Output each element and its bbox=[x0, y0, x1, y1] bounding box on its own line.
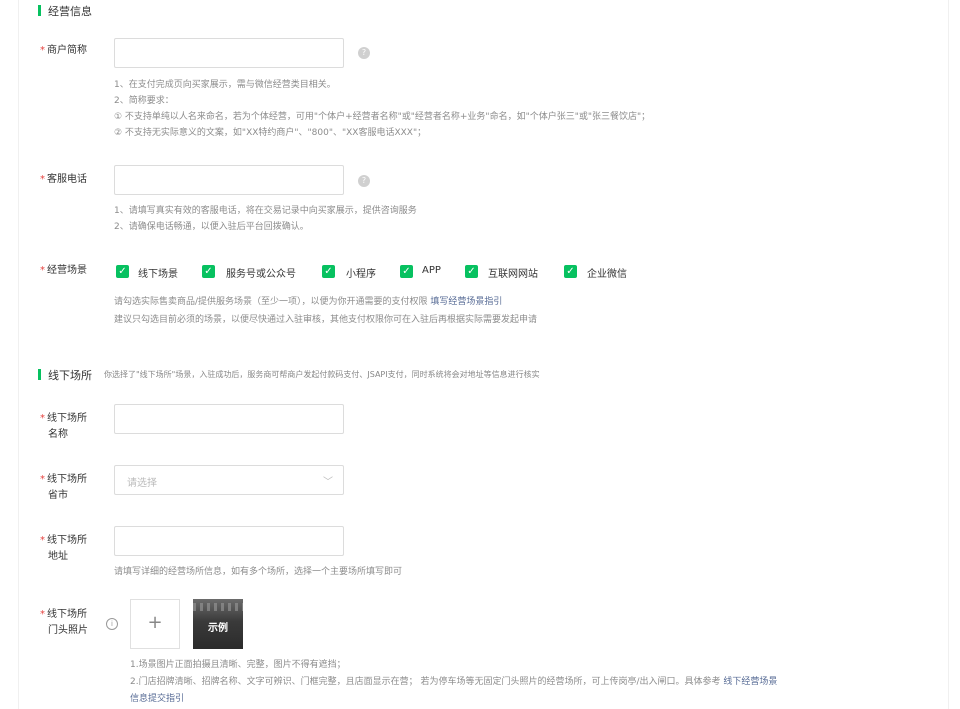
required-mark: * bbox=[40, 265, 45, 276]
label-text: 商户简称 bbox=[47, 45, 87, 56]
offline-address-input[interactable] bbox=[114, 526, 344, 556]
business-scenes-hint: 请勾选实际售卖商品/提供服务场景（至少一项），以便为你开通需要的支付权限 填写经… bbox=[114, 294, 502, 310]
offline-address-hint: 请填写详细的经营场所信息，如有多个场所，选择一个主要场所填写即可 bbox=[114, 567, 403, 577]
checkbox-label: 小程序 bbox=[346, 269, 376, 280]
merchant-short-name-hints: 1、在支付完成页向买家展示，需与微信经营类目相关。 2、简称要求： ① 不支持单… bbox=[114, 77, 650, 141]
offline-guide-link[interactable]: 线下经营场景 bbox=[723, 677, 777, 687]
offline-guide-link[interactable]: 信息提交指引 bbox=[130, 694, 184, 704]
section-accent-bar bbox=[38, 369, 41, 380]
checkbox-mini-program[interactable]: ✓ bbox=[322, 265, 335, 278]
required-mark: * bbox=[40, 174, 45, 185]
service-phone-input[interactable] bbox=[114, 165, 344, 195]
section-title-business-info: 经营信息 bbox=[48, 5, 92, 18]
label-text: 省市 bbox=[48, 490, 68, 501]
hint-line: 1.场景图片正面拍摄且清晰、完整，图片不得有遮挡； bbox=[130, 660, 346, 670]
select-placeholder: 请选择 bbox=[127, 478, 157, 489]
hint-line: 1、在支付完成页向买家展示，需与微信经营类目相关。 bbox=[114, 80, 336, 90]
label-text: 线下场所 bbox=[47, 413, 87, 424]
section-title-offline: 线下场所 bbox=[48, 369, 92, 382]
section-note-offline: 你选择了"线下场所"场景，入驻成功后，服务商可帮商户发起付款码支付、JSAPI支… bbox=[104, 370, 540, 379]
chevron-down-icon: ﹀ bbox=[323, 477, 333, 488]
merchant-short-name-input[interactable] bbox=[114, 38, 344, 68]
business-scenes-label: * 经营场景 bbox=[40, 263, 87, 279]
upload-photo-button[interactable]: + bbox=[130, 599, 180, 649]
label-text: 线下场所 bbox=[47, 474, 87, 485]
checkbox-label: 互联网网站 bbox=[488, 269, 538, 280]
checkbox-label: APP bbox=[422, 265, 441, 276]
hint-text: 请勾选实际售卖商品/提供服务场景（至少一项），以便为你开通需要的支付权限 bbox=[114, 297, 428, 307]
checkbox-website[interactable]: ✓ bbox=[465, 265, 478, 278]
required-mark: * bbox=[40, 413, 45, 424]
offline-photo-hint-2: 2.门店招牌清晰、招牌名称、文字可辨识、门框完整，且店面显示在营； 若为停车场等… bbox=[130, 674, 777, 690]
offline-city-label: * 线下场所 省市 bbox=[40, 472, 87, 504]
service-phone-hints: 1、请填写真实有效的客服电话，将在交易记录中向买家展示，提供咨询服务 2、请确保… bbox=[114, 203, 417, 235]
label-text: 客服电话 bbox=[47, 174, 87, 185]
offline-photo-hint-3: 信息提交指引 bbox=[130, 691, 184, 707]
offline-photo-label: * 线下场所 门头照片 bbox=[40, 607, 88, 639]
required-mark: * bbox=[40, 609, 45, 620]
offline-name-input[interactable] bbox=[114, 404, 344, 434]
hint-line: ② 不支持无实际意义的文案，如"XX特约商户"、"800"、"XX客服电话XXX… bbox=[114, 128, 427, 138]
example-label: 示例 bbox=[208, 623, 228, 634]
checkbox-official-account[interactable]: ✓ bbox=[202, 265, 215, 278]
merchant-short-name-label: * 商户简称 bbox=[40, 43, 87, 59]
section-accent-bar bbox=[38, 5, 41, 16]
info-icon[interactable]: i bbox=[106, 618, 118, 630]
hint-line: 建议只勾选目前必须的场景，以便尽快通过入驻审核，其他支付权限你可在入驻后再根据实… bbox=[114, 315, 538, 325]
example-storefront-image[interactable]: 示例 bbox=[193, 599, 243, 649]
checkbox-label: 企业微信 bbox=[587, 269, 627, 280]
checkbox-offline-scene[interactable]: ✓ bbox=[116, 265, 129, 278]
label-text: 经营场景 bbox=[47, 265, 87, 276]
checkbox-label: 线下场景 bbox=[138, 269, 178, 280]
required-mark: * bbox=[40, 474, 45, 485]
hint-text: 2.门店招牌清晰、招牌名称、文字可辨识、门框完整，且店面显示在营； 若为停车场等… bbox=[130, 677, 721, 687]
label-text: 名称 bbox=[48, 429, 68, 440]
label-text: 线下场所 bbox=[47, 535, 87, 546]
checkbox-app[interactable]: ✓ bbox=[400, 265, 413, 278]
checkbox-wecom[interactable]: ✓ bbox=[564, 265, 577, 278]
offline-city-select[interactable]: 请选择 ﹀ bbox=[114, 465, 344, 495]
example-image-decoration bbox=[193, 603, 243, 611]
offline-address-label: * 线下场所 地址 bbox=[40, 533, 87, 565]
label-text: 门头照片 bbox=[48, 625, 88, 636]
label-text: 线下场所 bbox=[47, 609, 87, 620]
required-mark: * bbox=[40, 535, 45, 546]
help-icon[interactable]: ? bbox=[358, 175, 370, 187]
checkbox-label: 服务号或公众号 bbox=[226, 269, 296, 280]
service-phone-label: * 客服电话 bbox=[40, 172, 87, 188]
help-icon[interactable]: ? bbox=[358, 47, 370, 59]
hint-line: 1、请填写真实有效的客服电话，将在交易记录中向买家展示，提供咨询服务 bbox=[114, 206, 417, 216]
hint-line: ① 不支持单纯以人名来命名，若为个体经营，可用"个体户+经营者名称"或"经营者名… bbox=[114, 112, 651, 122]
offline-name-label: * 线下场所 名称 bbox=[40, 411, 87, 443]
hint-line: 2、简称要求： bbox=[114, 96, 174, 106]
required-mark: * bbox=[40, 45, 45, 56]
label-text: 地址 bbox=[48, 551, 68, 562]
hint-line: 2、请确保电话畅通，以便入驻后平台回拨确认。 bbox=[114, 222, 309, 232]
scene-guide-link[interactable]: 填写经营场景指引 bbox=[430, 297, 502, 307]
